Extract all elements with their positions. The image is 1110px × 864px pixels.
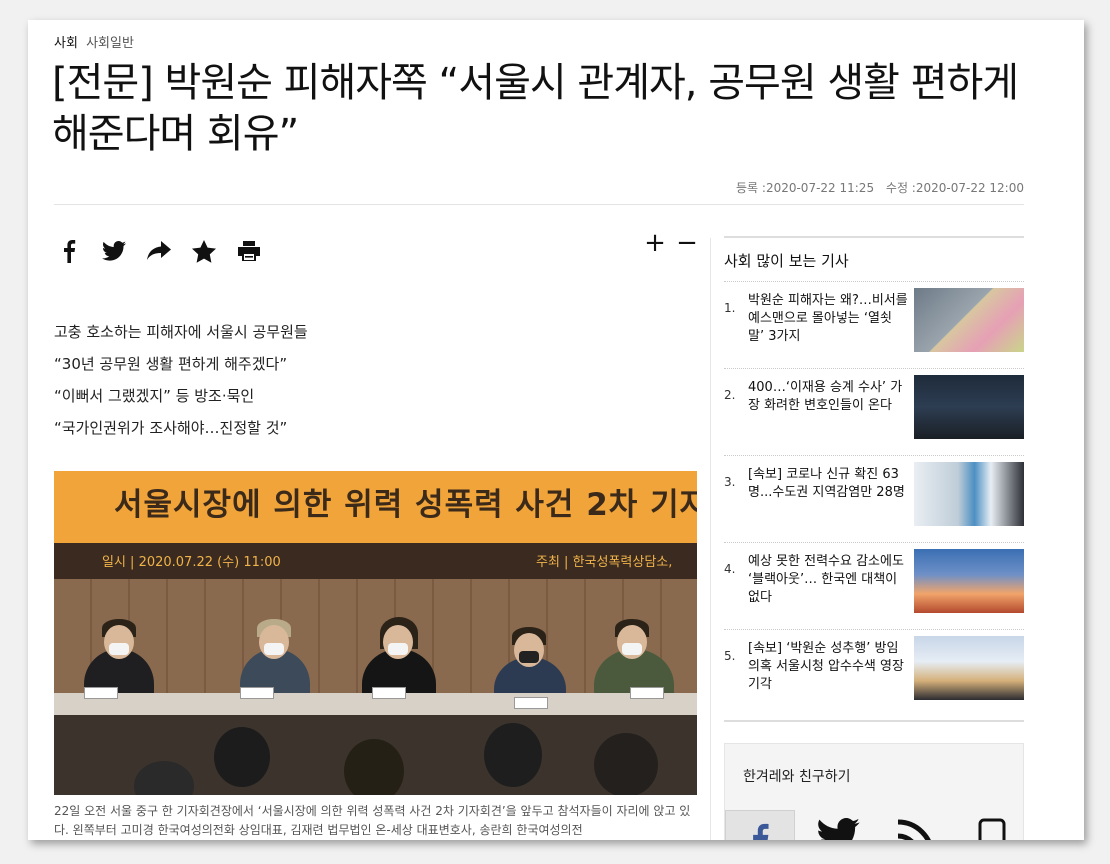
follow-box: 한겨레와 친구하기 [724, 743, 1024, 840]
summary-line: “이뻐서 그랬겠지” 등 방조·묵인 [54, 387, 255, 405]
breadcrumb-subsection[interactable]: 사회일반 [86, 36, 134, 51]
photo-panelist-mask [264, 643, 284, 655]
photo-nameplate [84, 687, 118, 699]
font-increase-button[interactable]: + [644, 230, 666, 256]
summary-line: 고충 호소하는 피해자에 서울시 공무원들 [54, 323, 308, 341]
photo-nameplate [240, 687, 274, 699]
modified-label: 수정 : [885, 181, 916, 195]
article-title: [전문] 박원순 피해자쪽 “서울시 관계자, 공무원 생활 편하게 해준다며 … [52, 60, 1019, 157]
popular-title: 사회 많이 보는 기사 [724, 252, 849, 270]
print-icon[interactable] [236, 238, 262, 264]
photo-host-line: 주최 | 한국성폭력상담소, [536, 555, 673, 570]
breadcrumb: 사회 사회일반 [54, 32, 134, 51]
facebook-icon[interactable] [56, 238, 82, 264]
twitter-follow-icon[interactable] [803, 810, 873, 840]
photo-audience-head [214, 727, 270, 787]
follow-title: 한겨레와 친구하기 [743, 769, 851, 785]
article-page: 사회 사회일반 [전문] 박원순 피해자쪽 “서울시 관계자, 공무원 생활 편… [28, 20, 1084, 840]
photo-nameplate [514, 697, 548, 709]
popular-item-thumbnail[interactable] [914, 462, 1024, 526]
popular-item-title[interactable]: 박원순 피해자는 왜?…비서를 예스맨으로 몰아넣는 ‘열쇳말’ 3가지 [748, 292, 908, 346]
popular-item-number: 3. [724, 475, 736, 489]
photo-audience-head [344, 739, 404, 795]
sidebar-divider [710, 238, 711, 840]
popular-item-number: 4. [724, 562, 736, 576]
article-dates: 등록 :2020-07-22 11:25 수정 :2020-07-22 12:0… [728, 179, 1024, 196]
photo-panelist-mask [388, 643, 408, 655]
popular-item-number: 5. [724, 649, 736, 663]
photo-panelist-mask [109, 643, 129, 655]
photo-panelist-mask [519, 651, 539, 663]
popular-item-thumbnail[interactable] [914, 288, 1024, 352]
photo-nameplate [630, 687, 664, 699]
star-icon[interactable] [191, 238, 217, 264]
photo-date-line: 일시 | 2020.07.22 (수) 11:00 [102, 555, 281, 570]
registered-label: 등록 : [735, 181, 766, 195]
photo-nameplate [372, 687, 406, 699]
popular-item-title[interactable]: 예상 못한 전력수요 감소에도 ‘블랙아웃’… 한국엔 대책이 없다 [748, 553, 908, 607]
popular-item[interactable]: 4. 예상 못한 전력수요 감소에도 ‘블랙아웃’… 한국엔 대책이 없다 [724, 542, 1024, 629]
photo-banner-title: 서울시장에 의한 위력 성폭력 사건 2차 기자 [114, 487, 697, 523]
registered-date: 2020-07-22 11:25 [765, 181, 875, 195]
font-decrease-button[interactable]: − [676, 230, 698, 256]
facebook-follow-icon[interactable] [725, 810, 795, 840]
popular-item-thumbnail[interactable] [914, 549, 1024, 613]
popular-item-number: 2. [724, 388, 736, 402]
popular-bottom-rule [724, 720, 1024, 722]
article-summary: 고충 호소하는 피해자에 서울시 공무원들 “30년 공무원 생활 편하게 해주… [54, 316, 308, 444]
mobile-icon[interactable] [957, 810, 1027, 840]
popular-item[interactable]: 3. [속보] 코로나 신규 확진 63명...수도권 지역감염만 28명 [724, 455, 1024, 542]
breadcrumb-section[interactable]: 사회 [54, 36, 78, 51]
popular-item-number: 1. [724, 301, 736, 315]
popular-item-title[interactable]: 400…‘이재용 승계 수사’ 가장 화려한 변호인들이 온다 [748, 379, 908, 415]
popular-top-rule [724, 236, 1024, 238]
popular-item-title[interactable]: [속보] ‘박원순 성추행’ 방임 의혹 서울시청 압수수색 영장 기각 [748, 640, 908, 694]
article-photo[interactable]: 서울시장에 의한 위력 성폭력 사건 2차 기자 일시 | 2020.07.22… [54, 471, 697, 795]
twitter-icon[interactable] [101, 238, 127, 264]
popular-articles: 사회 많이 보는 기사 1. 박원순 피해자는 왜?…비서를 예스맨으로 몰아넣… [724, 236, 1024, 722]
photo-audience-head [484, 723, 542, 787]
popular-item[interactable]: 5. [속보] ‘박원순 성추행’ 방임 의혹 서울시청 압수수색 영장 기각 [724, 629, 1024, 716]
popular-item[interactable]: 2. 400…‘이재용 승계 수사’ 가장 화려한 변호인들이 온다 [724, 368, 1024, 455]
follow-icons [725, 810, 1025, 840]
popular-item-title[interactable]: [속보] 코로나 신규 확진 63명...수도권 지역감염만 28명 [748, 466, 908, 502]
rss-icon[interactable] [881, 810, 951, 840]
popular-item[interactable]: 1. 박원순 피해자는 왜?…비서를 예스맨으로 몰아넣는 ‘열쇳말’ 3가지 [724, 281, 1024, 368]
header-divider [54, 204, 1024, 205]
popular-item-thumbnail[interactable] [914, 375, 1024, 439]
photo-caption: 22일 오전 서울 중구 한 기자회견장에서 ‘서울시장에 의한 위력 성폭력 … [54, 804, 691, 837]
summary-line: “30년 공무원 생활 편하게 해주겠다” [54, 355, 288, 373]
photo-panelist-mask [622, 643, 642, 655]
popular-item-thumbnail[interactable] [914, 636, 1024, 700]
photo-audience-head [594, 733, 658, 795]
font-size-controls: + − [644, 230, 698, 256]
share-toolbar [56, 238, 262, 264]
modified-date: 2020-07-22 12:00 [915, 181, 1024, 195]
summary-line: “국가인권위가 조사해야…진정할 것” [54, 419, 288, 437]
share-icon[interactable] [146, 238, 172, 264]
